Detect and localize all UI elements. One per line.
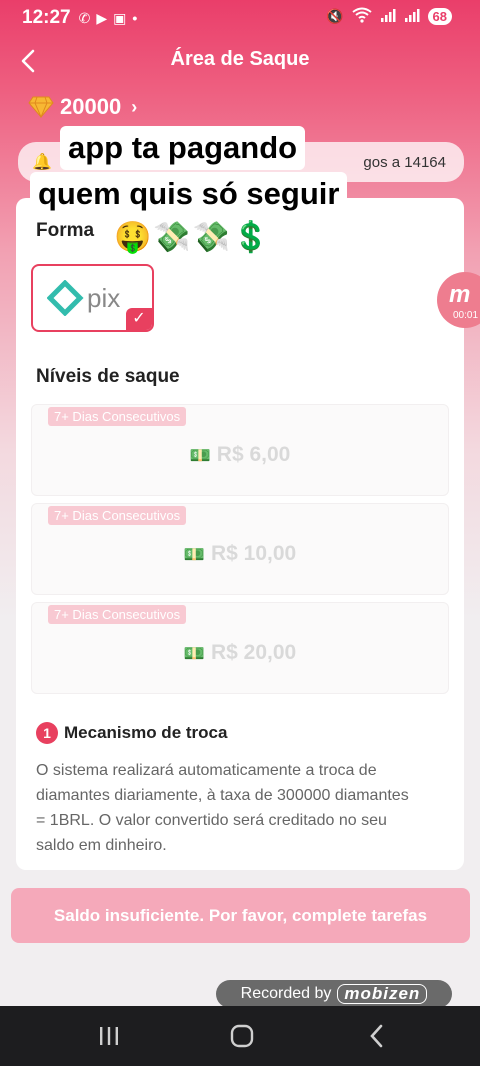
status-bar: 12:27 ✆ ▶ ▣ • 🔇 68 bbox=[0, 0, 480, 36]
levels-list: 7+ Dias Consecutivos 💵 R$ 6,00 7+ Dias Co… bbox=[31, 404, 449, 701]
diamond-icon bbox=[28, 96, 54, 118]
recorded-brand: mobizen bbox=[337, 984, 428, 1004]
notice-text: gos a 14164 bbox=[363, 153, 446, 171]
signal-icon bbox=[404, 8, 420, 25]
svg-text:pix: pix bbox=[87, 283, 120, 313]
battery-indicator: 68 bbox=[427, 8, 452, 25]
page-title: Área de Saque bbox=[170, 48, 310, 70]
mobizen-icon: m bbox=[449, 281, 471, 308]
signal-icon bbox=[380, 8, 396, 25]
wifi-icon bbox=[351, 7, 372, 26]
check-icon: ✓ bbox=[126, 308, 152, 330]
system-nav-bar bbox=[0, 1006, 480, 1066]
youtube-icon: ▶ bbox=[96, 9, 108, 26]
money-icon: 💵 bbox=[189, 446, 211, 465]
app-header: Área de Saque bbox=[0, 36, 480, 86]
back-nav-icon[interactable] bbox=[364, 1024, 390, 1048]
chevron-right-icon: › bbox=[131, 96, 138, 117]
level-option[interactable]: 7+ Dias Consecutivos 💵 R$ 10,00 bbox=[31, 503, 449, 595]
screenshot-icon: ▣ bbox=[113, 9, 127, 26]
money-icon: 💵 bbox=[183, 644, 205, 663]
mute-icon: 🔇 bbox=[326, 8, 344, 24]
mechanism-title: Mecanismo de troca bbox=[64, 723, 228, 742]
levels-title: Níveis de saque bbox=[36, 366, 180, 387]
withdraw-button[interactable]: Saldo insuficiente. Por favor, complete … bbox=[11, 888, 470, 943]
level-amount: R$ 6,00 bbox=[216, 443, 291, 466]
caption-emoji-line: 🤑💸💸💲 bbox=[106, 216, 280, 260]
recorder-time: 00:01 bbox=[453, 310, 479, 321]
level-tag: 7+ Dias Consecutivos bbox=[48, 605, 187, 624]
level-amount: R$ 10,00 bbox=[210, 542, 297, 565]
video-caption: app ta pagando quem quis só seguir 🤑💸💸💲 bbox=[30, 116, 360, 268]
caption-line-2: quem quis só seguir bbox=[30, 172, 348, 216]
level-option[interactable]: 7+ Dias Consecutivos 💵 R$ 20,00 bbox=[31, 602, 449, 694]
whatsapp-icon: ✆ bbox=[78, 9, 91, 26]
recorded-watermark: Recorded by mobizen bbox=[216, 980, 452, 1008]
money-icon: 💵 bbox=[183, 545, 205, 564]
pix-option[interactable]: pix ✓ bbox=[31, 264, 154, 332]
mechanism-number: 1 bbox=[36, 722, 58, 744]
caption-line-1: app ta pagando bbox=[60, 126, 306, 170]
mechanism-heading: 1 Mecanismo de troca bbox=[36, 722, 227, 744]
recents-icon[interactable] bbox=[96, 1024, 122, 1048]
home-icon[interactable] bbox=[229, 1024, 255, 1048]
level-amount: R$ 20,00 bbox=[210, 641, 297, 664]
status-time: 12:27 bbox=[22, 7, 71, 28]
level-tag: 7+ Dias Consecutivos bbox=[48, 407, 187, 426]
pix-logo-icon: pix bbox=[47, 280, 120, 316]
dot-icon: • bbox=[132, 9, 138, 26]
level-option[interactable]: 7+ Dias Consecutivos 💵 R$ 6,00 bbox=[31, 404, 449, 496]
recorded-text: Recorded by bbox=[240, 985, 332, 1002]
withdraw-card: Forma pix ✓ Níveis de saque 7+ Dias Cons… bbox=[16, 198, 464, 870]
level-tag: 7+ Dias Consecutivos bbox=[48, 506, 187, 525]
mechanism-description: O sistema realizará automaticamente a tr… bbox=[36, 762, 409, 854]
